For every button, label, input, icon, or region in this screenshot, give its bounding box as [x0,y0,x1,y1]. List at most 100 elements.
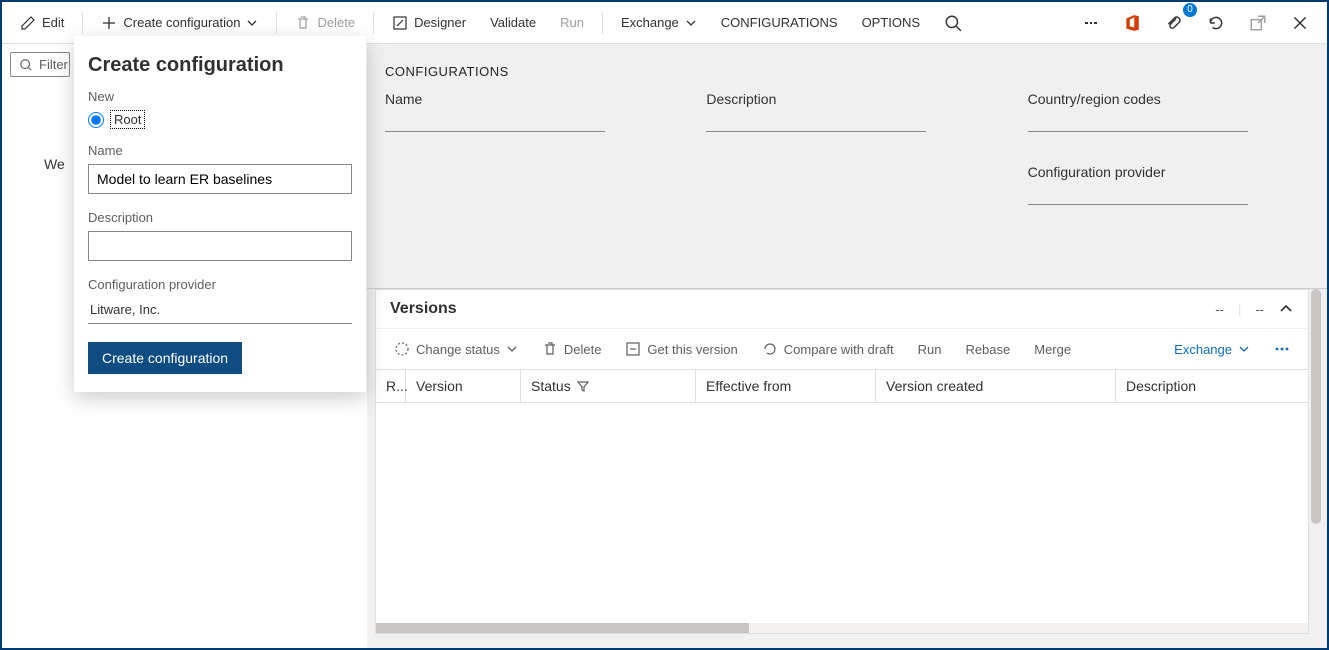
root-radio[interactable]: Root [88,110,352,129]
exchange-label: Exchange [621,15,679,30]
field-provider: Configuration provider [1028,164,1309,205]
chevron-down-icon [246,17,258,29]
trash-icon [542,341,558,357]
versions-dash-2: -- [1255,302,1264,317]
field-country-input[interactable] [1028,131,1248,132]
tab-configurations[interactable]: CONFIGURATIONS [711,7,848,39]
create-configuration-submit[interactable]: Create configuration [88,342,242,374]
designer-icon [392,15,408,31]
configurations-label: CONFIGURATIONS [721,15,838,30]
scrollbar-thumb[interactable] [376,623,749,633]
separator [82,12,83,34]
field-name-input[interactable] [385,131,605,132]
attachments-badge: 0 [1183,3,1197,17]
panel-title: Create configuration [88,54,352,77]
chevron-down-icon [685,17,697,29]
version-exchange-menu[interactable]: Exchange [1166,336,1258,363]
rebase-label: Rebase [965,342,1010,357]
version-run-button[interactable]: Run [910,336,950,363]
search-button[interactable] [934,7,972,39]
filter-funnel-icon [577,380,589,392]
office-icon [1123,14,1141,32]
create-configuration-label: Create configuration [123,15,240,30]
merge-button[interactable]: Merge [1026,336,1079,363]
rebase-button[interactable]: Rebase [957,336,1018,363]
more-button[interactable] [1266,335,1298,363]
filter-input[interactable]: Filter [10,52,70,77]
field-provider-input[interactable] [1028,204,1248,205]
col-created[interactable]: Version created [876,370,1116,402]
popout-icon [1249,14,1267,32]
left-pane: Filter We Create configuration New Root … [2,44,367,648]
app-launcher-button[interactable] [1073,7,1109,39]
separator [602,12,603,34]
root-radio-input[interactable] [88,112,104,128]
office-button[interactable] [1113,7,1151,39]
waffle-icon [1083,15,1099,31]
versions-grid-body [376,403,1308,623]
options-label: OPTIONS [862,15,921,30]
separator [276,12,277,34]
field-name-label: Name [385,91,666,107]
col-version[interactable]: Version [406,370,521,402]
cycle-icon [394,341,410,357]
content-pane: CONFIGURATIONS Name Description Country/… [367,44,1327,648]
col-effective[interactable]: Effective from [696,370,876,402]
col-status[interactable]: Status [521,370,696,402]
more-icon [1274,341,1290,357]
edit-button[interactable]: Edit [10,7,74,39]
compare-button[interactable]: Compare with draft [754,335,902,363]
create-configuration-button[interactable]: Create configuration [91,7,268,39]
merge-label: Merge [1034,342,1071,357]
main-area: Filter We Create configuration New Root … [2,44,1327,648]
vertical-scrollbar[interactable] [1311,289,1321,524]
create-configuration-panel: Create configuration New Root Name Descr… [74,36,366,392]
panel-new-label: New [88,89,352,104]
change-status-label: Change status [416,342,500,357]
col-r[interactable]: R... [376,370,406,402]
validate-label: Validate [490,15,536,30]
filter-icon [19,58,33,72]
chevron-down-icon [506,343,518,355]
configurations-section: CONFIGURATIONS Name Description Country/… [367,44,1327,289]
chevron-up-icon[interactable] [1278,301,1294,317]
version-delete-button[interactable]: Delete [534,335,610,363]
col-status-label: Status [531,378,571,394]
field-description-label: Description [706,91,987,107]
refresh-button[interactable] [1197,7,1235,39]
designer-button[interactable]: Designer [382,7,476,39]
refresh-icon [1207,14,1225,32]
delete-label: Delete [317,15,355,30]
panel-provider-label: Configuration provider [88,277,352,292]
validate-button[interactable]: Validate [480,7,546,39]
versions-dash-1: -- [1215,302,1224,317]
run-button[interactable]: Run [550,7,594,39]
attachments-button[interactable]: 0 [1155,7,1193,39]
chevron-down-icon [1238,343,1250,355]
run-label: Run [560,15,584,30]
horizontal-scrollbar[interactable] [376,623,1308,633]
provider-field[interactable]: Litware, Inc. [88,298,352,324]
filter-placeholder: Filter [39,57,68,72]
get-version-button[interactable]: Get this version [617,335,745,363]
name-field[interactable] [88,164,352,194]
field-grid: Name Description Country/region codes Co… [385,91,1309,205]
field-name: Name [385,91,666,132]
description-field[interactable] [88,231,352,261]
tab-options[interactable]: OPTIONS [852,7,931,39]
panel-name-label: Name [88,143,352,158]
plus-icon [101,15,117,31]
close-button[interactable] [1281,7,1319,39]
change-status-button[interactable]: Change status [386,335,526,363]
popout-button[interactable] [1239,7,1277,39]
compare-label: Compare with draft [784,342,894,357]
field-description-input[interactable] [706,131,926,132]
refresh-icon [762,341,778,357]
exchange-menu[interactable]: Exchange [611,7,707,39]
trash-icon [295,15,311,31]
tree-node-text: We [44,156,65,172]
versions-title: Versions [390,300,1215,318]
delete-button[interactable]: Delete [285,7,365,39]
versions-toolbar: Change status Delete Get this version Co… [376,329,1308,370]
col-description[interactable]: Description [1116,370,1308,402]
